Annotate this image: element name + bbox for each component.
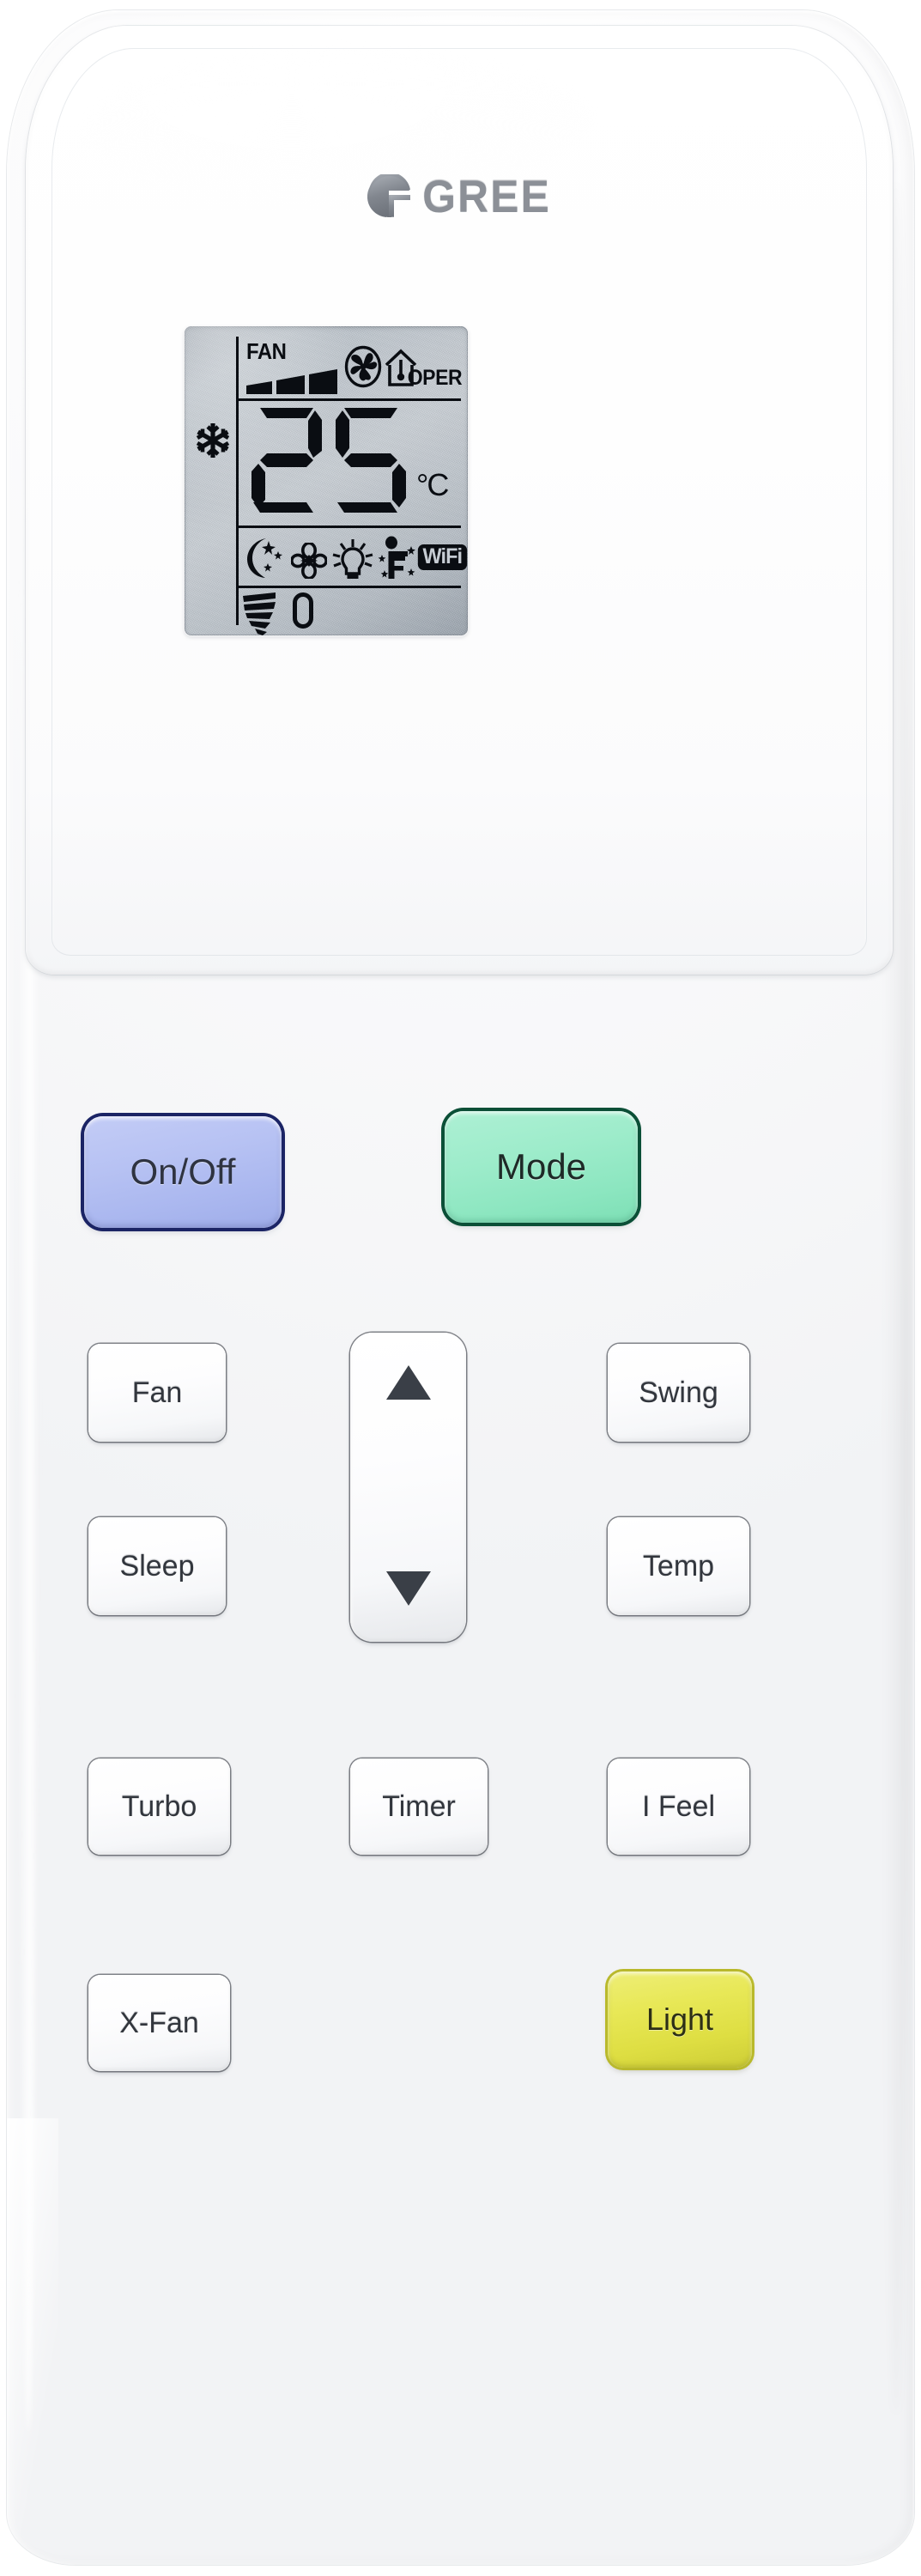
gree-logo-mark-icon	[367, 172, 412, 219]
lcd-divider-top	[236, 398, 461, 401]
swing-button-label: Swing	[639, 1376, 718, 1409]
seven-seg-digit	[251, 408, 322, 513]
sleep-button[interactable]: Sleep	[88, 1517, 226, 1615]
light-button[interactable]: Light	[608, 1971, 752, 2068]
lcd-temperature-block: °C	[248, 405, 463, 517]
i-feel-person-icon	[377, 536, 418, 580]
upper-panel: GREE FAN OPER °C WiFi	[26, 26, 893, 975]
power-button-label: On/Off	[130, 1151, 236, 1192]
timer-button[interactable]: Timer	[350, 1759, 488, 1855]
fan-speed-bars-icon	[246, 369, 337, 395]
turbo-button-label: Turbo	[121, 1789, 197, 1823]
swing-position-indicator	[293, 592, 313, 629]
fan-button-label: Fan	[131, 1376, 183, 1409]
i-feel-button-label: I Feel	[641, 1789, 716, 1823]
power-button[interactable]: On/Off	[84, 1116, 282, 1228]
lcd-divider-bottom	[236, 586, 461, 588]
lightbulb-icon	[330, 538, 375, 580]
lcd-temperature-value	[248, 405, 409, 515]
lcd-oper-label: OPER	[407, 366, 463, 390]
light-button-label: Light	[645, 2002, 714, 2037]
sleep-button-label: Sleep	[119, 1549, 195, 1583]
mode-button-label: Mode	[495, 1146, 587, 1187]
temp-button-label: Temp	[642, 1549, 715, 1583]
brand-logo: GREE	[26, 171, 893, 222]
x-fan-button-label: X-Fan	[119, 2006, 199, 2039]
triangle-down-icon[interactable]	[385, 1571, 431, 1606]
swing-blades-icon	[241, 591, 293, 635]
seven-seg-digit	[336, 408, 406, 513]
lcd-temperature-unit: °C	[416, 467, 449, 502]
temp-button[interactable]: Temp	[608, 1517, 749, 1615]
lcd-display: FAN OPER °C WiFi	[185, 326, 468, 635]
body-taper-left	[7, 2118, 58, 2565]
x-fan-button[interactable]: X-Fan	[88, 1975, 230, 2071]
triangle-up-icon[interactable]	[385, 1365, 431, 1400]
i-feel-button[interactable]: I Feel	[608, 1759, 749, 1855]
fan-button[interactable]: Fan	[88, 1344, 226, 1442]
mode-button[interactable]: Mode	[445, 1111, 638, 1223]
turbo-button[interactable]: Turbo	[88, 1759, 230, 1855]
x-fan-clover-icon	[290, 541, 328, 580]
wifi-badge: WiFi	[417, 544, 467, 570]
lcd-status-row: WiFi	[241, 532, 467, 584]
lcd-divider-middle	[236, 526, 461, 528]
turbo-fan-icon	[344, 345, 382, 388]
remote-control-body: GREE FAN OPER °C WiFi On/Off Mode Fan Sl…	[7, 10, 914, 2565]
brand-name-text: GREE	[422, 171, 551, 222]
lcd-divider-vertical	[236, 337, 239, 625]
swing-button[interactable]: Swing	[608, 1344, 749, 1442]
timer-button-label: Timer	[382, 1789, 456, 1823]
moon-stars-icon	[243, 537, 288, 580]
snowflake-icon	[193, 421, 233, 460]
temperature-rocker[interactable]	[350, 1333, 466, 1642]
lcd-fan-label: FAN	[246, 338, 287, 364]
